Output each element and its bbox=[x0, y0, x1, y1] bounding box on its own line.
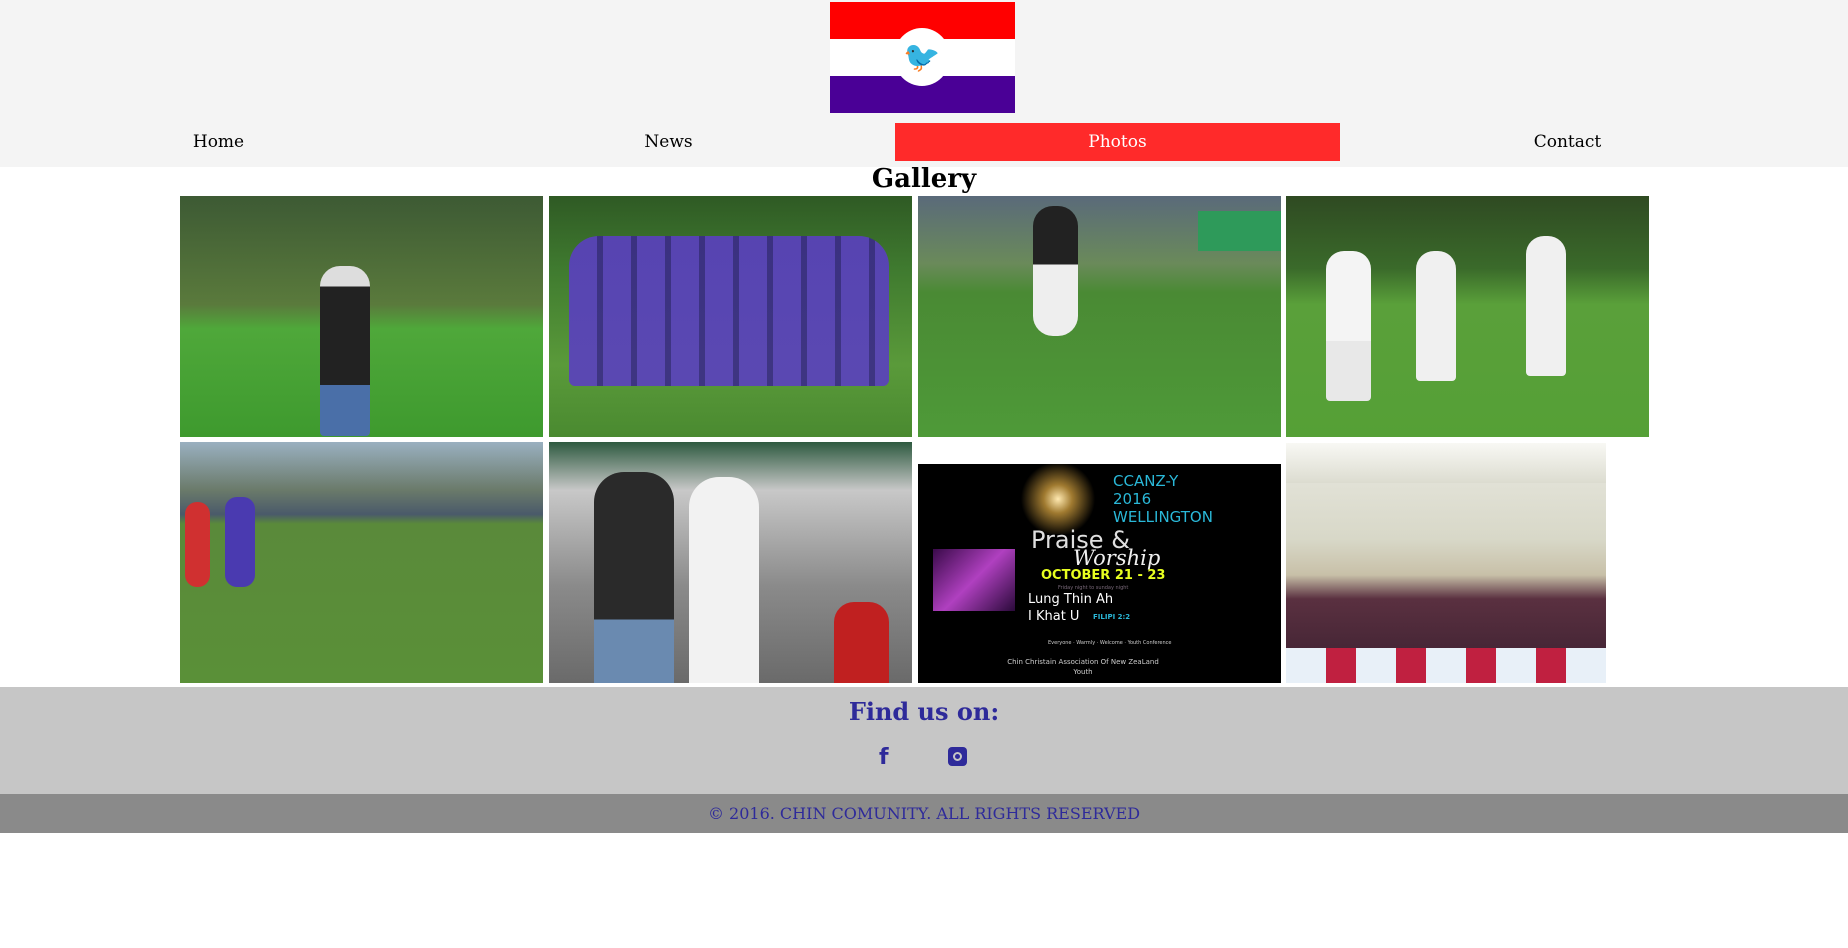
instagram-icon[interactable] bbox=[948, 747, 967, 766]
nav-home[interactable]: Home bbox=[0, 123, 441, 161]
poster-event: CCANZ-Y 2016 WELLINGTON bbox=[1113, 472, 1213, 526]
poster-theme2: I Khat U bbox=[1028, 609, 1080, 624]
nav-contact[interactable]: Contact bbox=[1345, 123, 1790, 161]
gallery-photo-photographer[interactable] bbox=[180, 196, 543, 437]
footer: Find us on: f bbox=[0, 687, 1848, 794]
gallery-photo-award[interactable] bbox=[549, 442, 912, 683]
header: 🐦 Home News Photos Contact bbox=[0, 0, 1848, 167]
gallery-title: Gallery bbox=[871, 164, 977, 194]
facebook-icon[interactable]: f bbox=[879, 745, 889, 770]
poster-theme1: Lung Thin Ah bbox=[1028, 592, 1114, 607]
poster-org: Chin Christain Association Of New ZeaLan… bbox=[1007, 658, 1159, 676]
gallery-photo-players-ball[interactable] bbox=[180, 442, 543, 683]
logo-flag[interactable]: 🐦 bbox=[830, 2, 1015, 113]
copyright-text: © 2016. CHIN COMUNITY. ALL RIGHTS RESERV… bbox=[707, 804, 1141, 823]
poster-tagline: Everyone · Warmly · Welcome · Youth Conf… bbox=[1048, 640, 1172, 646]
gallery-photo-team[interactable] bbox=[549, 196, 912, 437]
poster-worship: Worship bbox=[1073, 546, 1161, 570]
poster-dates: OCTOBER 21 - 23 bbox=[1041, 568, 1166, 583]
nav-photos[interactable]: Photos bbox=[895, 123, 1340, 161]
poster-sub: Friday night to sunday night bbox=[1058, 585, 1129, 591]
poster-verse: FILIPI 2:2 bbox=[1093, 613, 1131, 621]
copyright-bar: © 2016. CHIN COMUNITY. ALL RIGHTS RESERV… bbox=[0, 794, 1848, 833]
gallery-photo-soccer-match[interactable] bbox=[1286, 196, 1649, 437]
gallery-photo-jump[interactable] bbox=[918, 196, 1281, 437]
find-us-heading: Find us on: bbox=[848, 697, 1000, 726]
gallery-photo-conference-hall[interactable] bbox=[1286, 443, 1606, 683]
gallery-photo-worship-poster[interactable]: CCANZ-Y 2016 WELLINGTON Praise & Worship O… bbox=[918, 464, 1281, 683]
hornbill-emblem-icon: 🐦 bbox=[894, 28, 950, 86]
nav-news[interactable]: News bbox=[446, 123, 891, 161]
